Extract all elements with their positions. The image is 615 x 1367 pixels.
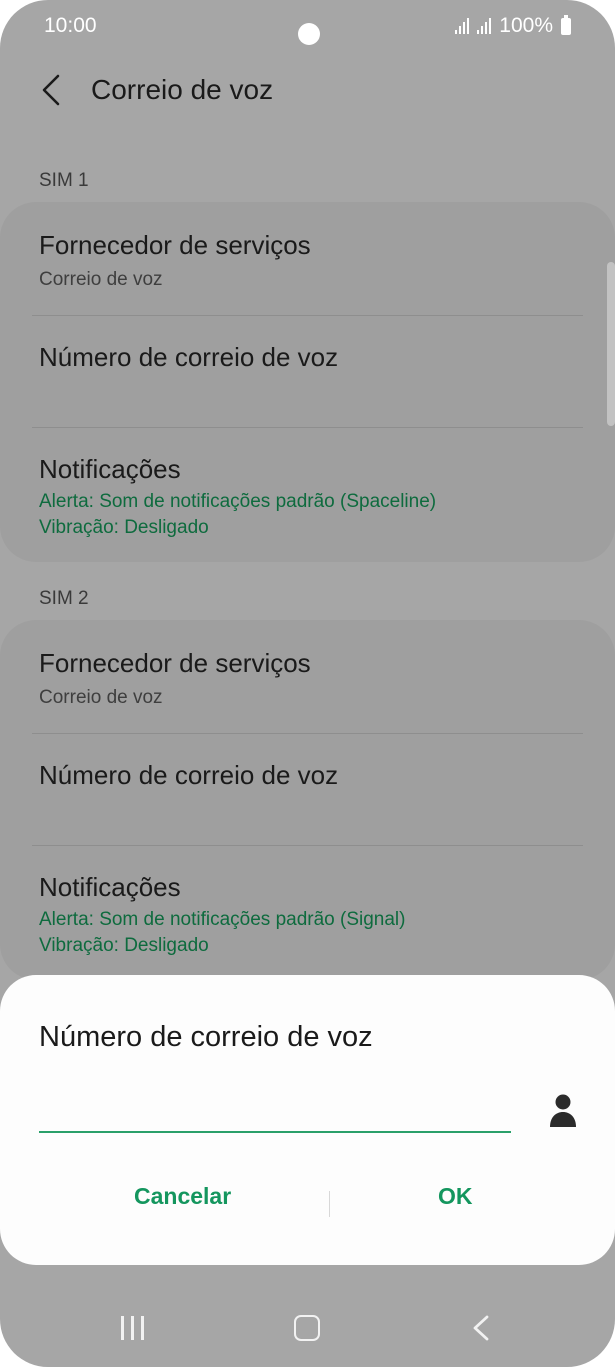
item-title: Número de correio de voz <box>39 760 339 790</box>
back-icon[interactable] <box>471 1314 491 1342</box>
signal-sim1-icon <box>455 18 470 34</box>
list-item-notifications[interactable]: Notificações Alerta: Som de notificações… <box>39 872 585 957</box>
front-camera <box>298 23 320 45</box>
signal-sim2-icon <box>477 18 492 34</box>
alert-setting: Alerta: Som de notificações padrão (Spac… <box>39 491 437 512</box>
divider <box>32 427 583 428</box>
app-header: Correio de voz <box>0 56 615 126</box>
home-icon[interactable] <box>294 1315 320 1341</box>
navigation-bar <box>0 1290 615 1367</box>
button-divider <box>329 1191 330 1217</box>
list-item-voicemail-number[interactable]: Número de correio de voz <box>39 760 585 791</box>
list-item-provider[interactable]: Fornecedor de serviços Correio de voz <box>39 230 585 291</box>
cancel-button[interactable]: Cancelar <box>122 1179 243 1214</box>
item-title: Notificações <box>39 454 181 484</box>
battery-icon <box>561 14 571 35</box>
item-subtitle: Correio de voz <box>39 269 163 290</box>
voicemail-number-input[interactable] <box>39 1087 511 1133</box>
divider <box>32 315 583 316</box>
status-bar: 10:00 100% <box>0 0 615 56</box>
section-label-sim2: SIM 2 <box>39 588 89 609</box>
section-label-sim1: SIM 1 <box>39 170 89 191</box>
voicemail-number-dialog: Número de correio de voz Cancelar OK <box>0 975 615 1265</box>
divider <box>32 733 583 734</box>
phone-screen: 10:00 100% Correio de voz SIM 1 Forneced… <box>0 0 615 1367</box>
page-title: Correio de voz <box>91 74 274 105</box>
status-time: 10:00 <box>44 14 97 37</box>
chevron-left-icon[interactable] <box>38 72 66 108</box>
ok-button[interactable]: OK <box>426 1179 485 1214</box>
item-title: Número de correio de voz <box>39 342 339 372</box>
battery-percent: 100% <box>499 14 553 37</box>
list-item-provider[interactable]: Fornecedor de serviços Correio de voz <box>39 648 585 709</box>
list-item-voicemail-number[interactable]: Número de correio de voz <box>39 342 585 373</box>
dialog-title: Número de correio de voz <box>39 1021 373 1053</box>
item-title: Notificações <box>39 872 181 902</box>
scrollbar[interactable] <box>607 262 615 426</box>
system-icons: 100% <box>455 14 571 38</box>
item-subtitle: Correio de voz <box>39 687 163 708</box>
alert-setting: Alerta: Som de notificações padrão (Sign… <box>39 909 406 930</box>
item-title: Fornecedor de serviços <box>39 230 311 260</box>
vibration-setting: Vibração: Desligado <box>39 517 209 538</box>
sim2-settings-card: Fornecedor de serviços Correio de voz Nú… <box>0 620 615 980</box>
person-icon[interactable] <box>548 1093 578 1129</box>
list-item-notifications[interactable]: Notificações Alerta: Som de notificações… <box>39 454 585 539</box>
vibration-setting: Vibração: Desligado <box>39 935 209 956</box>
item-title: Fornecedor de serviços <box>39 648 311 678</box>
divider <box>32 845 583 846</box>
recent-apps-icon[interactable] <box>121 1316 151 1340</box>
sim1-settings-card: Fornecedor de serviços Correio de voz Nú… <box>0 202 615 562</box>
